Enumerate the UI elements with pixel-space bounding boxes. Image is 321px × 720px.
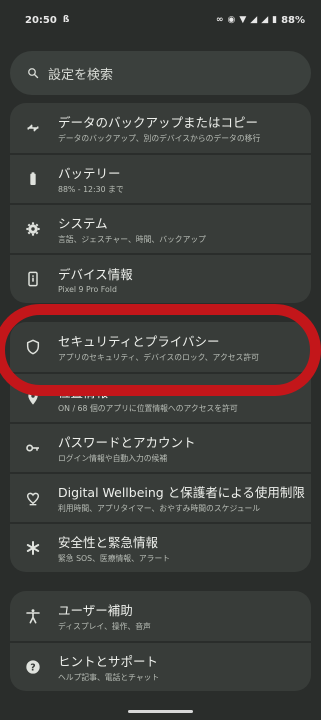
- item-subtitle: アプリのセキュリティ、デバイスのロック、アクセス許可: [58, 353, 259, 362]
- item-title: データのバックアップまたはコピー: [58, 115, 259, 130]
- item-title: 安全性と緊急情報: [58, 535, 159, 550]
- eye-icon: ◉: [227, 14, 236, 25]
- settings-item-system[interactable]: システム 言語、ジェスチャー、時間、バックアップ: [10, 203, 311, 253]
- phone-info-icon: [23, 269, 43, 289]
- settings-item-tips-support[interactable]: ? ヒントとサポート ヘルプ記事、電話とチャット: [10, 641, 311, 691]
- signal-icon-2: ◢: [261, 14, 269, 25]
- help-icon: ?: [23, 657, 43, 677]
- wellbeing-icon: [23, 488, 43, 508]
- asterisk-icon: [23, 538, 43, 558]
- settings-item-accessibility[interactable]: ユーザー補助 ディスプレイ、操作、音声: [10, 591, 311, 641]
- item-title: 位置情報: [58, 385, 109, 400]
- status-bar: 20:50 ß ∞ ◉ ▼ ◢ ◢ ▮ 88%: [0, 0, 321, 40]
- backup-icon: [23, 118, 43, 138]
- wifi-icon: ▼: [239, 14, 247, 25]
- item-subtitle: Pixel 9 Pro Fold: [58, 285, 117, 294]
- settings-item-location[interactable]: 位置情報 ON / 68 個のアプリに位置情報へのアクセスを許可: [10, 372, 311, 422]
- settings-group-2: セキュリティとプライバシー アプリのセキュリティ、デバイスのロック、アクセス許可…: [10, 322, 311, 572]
- item-subtitle: ON / 68 個のアプリに位置情報へのアクセスを許可: [58, 404, 238, 413]
- settings-item-device-info[interactable]: デバイス情報 Pixel 9 Pro Fold: [10, 253, 311, 303]
- status-time: 20:50: [25, 14, 57, 26]
- search-bar[interactable]: 設定を検索: [10, 51, 311, 95]
- link-icon: ∞: [215, 14, 224, 25]
- item-title: セキュリティとプライバシー: [58, 334, 220, 349]
- item-title: Digital Wellbeing と保護者による使用制限: [58, 485, 305, 500]
- battery-icon: [23, 169, 43, 189]
- settings-group-3: ユーザー補助 ディスプレイ、操作、音声 ? ヒントとサポート ヘルプ記事、電話と…: [10, 591, 311, 691]
- accessibility-icon: [23, 606, 43, 626]
- settings-group-1: データのバックアップまたはコピー データのバックアップ、別のデバイスからのデータ…: [10, 103, 311, 303]
- item-subtitle: 88% - 12:30 まで: [58, 185, 124, 194]
- item-title: パスワードとアカウント: [58, 435, 196, 450]
- item-title: デバイス情報: [58, 267, 133, 282]
- notification-icon: ß: [62, 14, 70, 25]
- item-subtitle: 緊急 SOS、医療情報、アラート: [58, 554, 171, 563]
- search-icon: [28, 68, 39, 79]
- search-placeholder: 設定を検索: [48, 67, 114, 83]
- item-subtitle: ヘルプ記事、電話とチャット: [58, 673, 160, 682]
- item-title: ユーザー補助: [58, 603, 133, 618]
- settings-item-passwords-accounts[interactable]: パスワードとアカウント ログイン情報や自動入力の候補: [10, 422, 311, 472]
- item-subtitle: 言語、ジェスチャー、時間、バックアップ: [58, 235, 206, 244]
- status-battery: 88%: [281, 14, 305, 26]
- signal-icon: ◢: [250, 14, 258, 25]
- item-subtitle: ディスプレイ、操作、音声: [58, 622, 151, 631]
- gesture-nav-handle[interactable]: [128, 710, 193, 713]
- settings-item-battery[interactable]: バッテリー 88% - 12:30 まで: [10, 153, 311, 203]
- item-title: ヒントとサポート: [58, 654, 159, 669]
- settings-item-security-privacy[interactable]: セキュリティとプライバシー アプリのセキュリティ、デバイスのロック、アクセス許可: [10, 322, 311, 372]
- key-icon: [23, 438, 43, 458]
- settings-item-backup[interactable]: データのバックアップまたはコピー データのバックアップ、別のデバイスからのデータ…: [10, 103, 311, 153]
- item-title: システム: [58, 216, 108, 231]
- status-left: 20:50 ß: [25, 15, 69, 26]
- location-pin-icon: [23, 388, 43, 408]
- item-subtitle: ログイン情報や自動入力の候補: [58, 454, 168, 463]
- status-right: ∞ ◉ ▼ ◢ ◢ ▮ 88%: [216, 15, 305, 26]
- shield-icon: [23, 337, 43, 357]
- item-subtitle: データのバックアップ、別のデバイスからのデータの移行: [58, 134, 261, 143]
- gear-icon: [23, 219, 43, 239]
- item-title: バッテリー: [58, 166, 121, 181]
- settings-item-digital-wellbeing[interactable]: Digital Wellbeing と保護者による使用制限 利用時間、アプリタイ…: [10, 472, 311, 522]
- battery-status-icon: ▮: [272, 14, 278, 25]
- item-subtitle: 利用時間、アプリタイマー、おやすみ時間のスケジュール: [58, 504, 261, 513]
- svg-text:?: ?: [30, 662, 35, 673]
- settings-item-safety-emergency[interactable]: 安全性と緊急情報 緊急 SOS、医療情報、アラート: [10, 522, 311, 572]
